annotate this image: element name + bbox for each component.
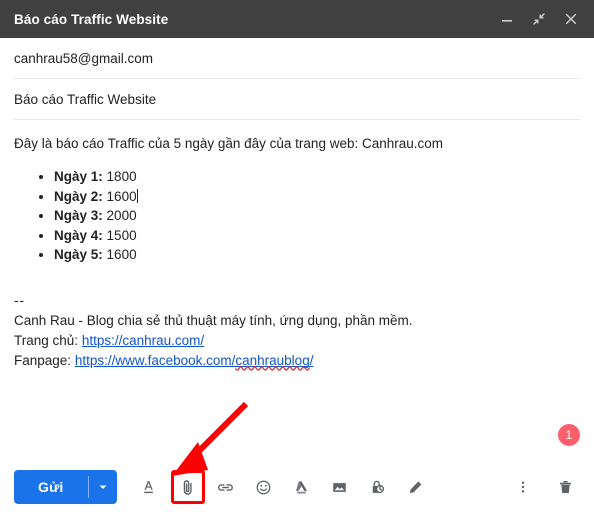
send-button[interactable]: Gửi: [14, 470, 88, 504]
header-fields: canhrau58@gmail.com Báo cáo Traffic Webs…: [0, 38, 594, 120]
insert-emoji-icon[interactable]: [249, 472, 279, 502]
to-field-row[interactable]: canhrau58@gmail.com: [14, 38, 580, 79]
send-options-caret-down-icon[interactable]: [89, 470, 117, 504]
window-controls: [498, 10, 584, 28]
list-item: Ngày 2: 1600: [54, 187, 580, 207]
status-badge: 1: [558, 424, 580, 446]
compose-window: Báo cáo Traffic Website canhrau58@gmail.…: [0, 0, 594, 516]
signature-home-link[interactable]: https://canhrau.com/: [82, 333, 204, 348]
subject-field-value: Báo cáo Traffic Website: [14, 92, 157, 107]
compose-toolbar: Gửi: [0, 458, 594, 516]
list-item-label: Ngày 5:: [54, 247, 103, 262]
list-item-value: 1800: [106, 169, 137, 184]
list-item: Ngày 3: 2000: [54, 206, 580, 226]
signature-tagline: Canh Rau - Blog chia sẻ thủ thuật máy tí…: [14, 312, 413, 328]
close-icon[interactable]: [562, 10, 580, 28]
list-item-label: Ngày 4:: [54, 227, 103, 243]
signature-fanpage-link[interactable]: https://www.facebook.com/canhraublog/: [75, 353, 314, 368]
insert-link-icon[interactable]: [211, 472, 241, 502]
signature-fanpage-line: Fanpage: https://www.facebook.com/canhra…: [14, 351, 580, 371]
body-intro-text: Đây là báo cáo Traffic của 5 ngày gần đâ…: [14, 136, 444, 151]
more-options-icon[interactable]: [508, 472, 538, 502]
to-field-value: canhrau58@gmail.com: [14, 51, 154, 66]
list-item: Ngày 4: 1500: [54, 226, 580, 246]
confidential-mode-icon[interactable]: [363, 472, 393, 502]
send-button-group[interactable]: Gửi: [14, 470, 117, 504]
subject-field-row[interactable]: Báo cáo Traffic Website: [14, 79, 580, 120]
toolbar-right-group: [508, 472, 580, 502]
insert-signature-icon[interactable]: [401, 472, 431, 502]
signature-home-line: Trang chủ: https://canhrau.com/: [14, 331, 580, 351]
discard-draft-trash-icon[interactable]: [550, 472, 580, 502]
signature-fanpage-label: Fanpage:: [14, 352, 72, 368]
formatting-options-icon[interactable]: [135, 472, 165, 502]
signature-block: -- Canh Rau - Blog chia sẻ thủ thuật máy…: [14, 291, 580, 371]
window-title: Báo cáo Traffic Website: [14, 11, 169, 27]
toolbar-icon-group: [135, 470, 431, 504]
insert-photo-icon[interactable]: [325, 472, 355, 502]
titlebar: Báo cáo Traffic Website: [0, 0, 594, 38]
list-item-value: 1600: [106, 188, 137, 204]
signature-separator: --: [14, 292, 25, 308]
message-body[interactable]: Đây là báo cáo Traffic của 5 ngày gần đâ…: [0, 120, 594, 371]
attach-file-icon[interactable]: [170, 470, 205, 504]
list-item-label: Ngày 2:: [54, 188, 103, 204]
list-item-label: Ngày 3:: [54, 208, 103, 223]
list-item-value: 2000: [106, 208, 137, 223]
list-item-value: 1600: [106, 247, 137, 262]
exit-fullscreen-icon[interactable]: [530, 10, 548, 28]
minimize-icon[interactable]: [498, 10, 516, 28]
list-item: Ngày 1: 1800: [54, 167, 580, 187]
signature-home-label: Trang chủ:: [14, 332, 79, 348]
fanpage-url-suffix: /: [309, 352, 314, 368]
list-item: Ngày 5: 1600: [54, 245, 580, 265]
fanpage-url-prefix: https://www.facebook.com/: [74, 352, 236, 368]
list-item-label: Ngày 1:: [54, 169, 103, 184]
fanpage-url-misspelled: canhraublog: [235, 352, 310, 368]
insert-drive-icon[interactable]: [287, 472, 317, 502]
list-item-value: 1500: [106, 227, 137, 243]
traffic-list: Ngày 1: 1800 Ngày 2: 1600 Ngày 3: 2000 N…: [14, 167, 580, 265]
